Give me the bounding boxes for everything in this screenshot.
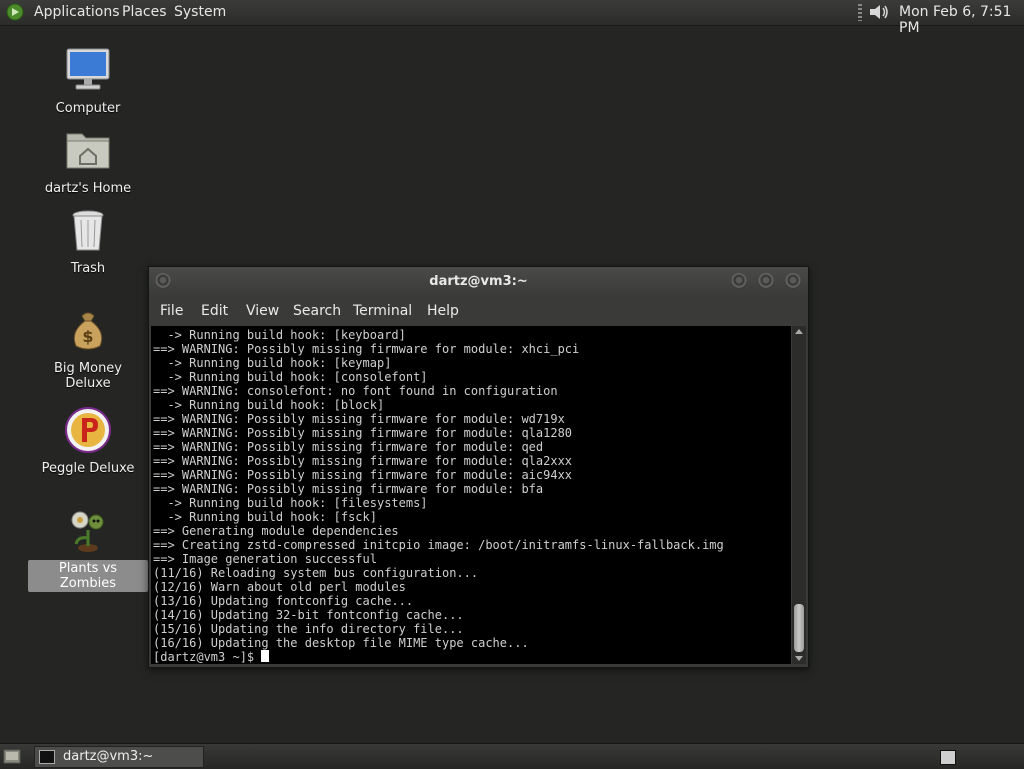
terminal-line: (16/16) Updating the desktop file MIME t… <box>153 636 529 650</box>
workspace-switcher[interactable] <box>940 750 956 765</box>
menu-applications[interactable]: Applications <box>34 4 120 20</box>
minimize-icon[interactable] <box>731 273 747 289</box>
svg-text:$: $ <box>82 327 93 346</box>
terminal-line: ==> WARNING: Possibly missing firmware f… <box>153 482 544 496</box>
terminal-line: (13/16) Updating fontconfig cache... <box>153 594 414 608</box>
terminal-line: ==> WARNING: Possibly missing firmware f… <box>153 412 565 426</box>
menu-terminal[interactable]: Terminal <box>353 303 412 319</box>
terminal-menubar: File Edit View Search Terminal Help <box>149 297 808 325</box>
computer-icon <box>66 48 110 90</box>
terminal-text: -> Running build hook: [keyboard] ==> WA… <box>151 326 791 664</box>
desktop-icon-trash[interactable]: Trash <box>28 206 148 277</box>
home-folder-icon <box>66 133 110 169</box>
close-icon[interactable] <box>785 273 801 289</box>
terminal-scrollbar[interactable] <box>792 326 806 664</box>
terminal-prompt: [dartz@vm3 ~]$ <box>153 650 262 664</box>
terminal-line: (12/16) Warn about old perl modules <box>153 580 406 594</box>
menu-system[interactable]: System <box>174 4 226 20</box>
terminal-cursor <box>261 650 270 662</box>
terminal-line: ==> WARNING: Possibly missing firmware f… <box>153 426 573 440</box>
desktop-icon-label: Computer <box>55 101 121 116</box>
terminal-line: ==> Image generation successful <box>153 552 377 566</box>
plant-icon <box>71 511 104 552</box>
desktop-icon-plants-vs-zombies[interactable]: Plants vs Zombies <box>28 506 148 592</box>
desktop-icon-label: Plants vs Zombies <box>28 560 148 592</box>
terminal-line: -> Running build hook: [keymap] <box>153 356 392 370</box>
volume-icon[interactable] <box>867 2 891 22</box>
distro-logo-icon[interactable] <box>5 3 25 21</box>
desktop-icon-peggle[interactable]: Peggle Deluxe <box>28 406 148 477</box>
desktop-icon-label: Big Money Deluxe <box>53 361 122 391</box>
terminal-output[interactable]: -> Running build hook: [keyboard] ==> WA… <box>151 326 791 664</box>
window-title: dartz@vm3:~ <box>429 274 528 289</box>
terminal-line: (11/16) Reloading system bus configurati… <box>153 566 479 580</box>
panel-separator <box>858 4 862 21</box>
terminal-line: (15/16) Updating the info directory file… <box>153 622 464 636</box>
desktop-icon-computer[interactable]: Computer <box>28 46 148 117</box>
show-desktop-icon[interactable] <box>3 749 21 764</box>
terminal-line: ==> WARNING: consolefont: no font found … <box>153 384 558 398</box>
terminal-line: ==> Generating module dependencies <box>153 524 399 538</box>
scroll-up-arrow-icon[interactable] <box>795 329 803 334</box>
bottom-panel: dartz@vm3:~ <box>0 743 1024 769</box>
terminal-line: ==> WARNING: Possibly missing firmware f… <box>153 454 573 468</box>
menu-help[interactable]: Help <box>427 303 459 319</box>
terminal-line: -> Running build hook: [fsck] <box>153 510 377 524</box>
taskbar-item-label: dartz@vm3:~ <box>63 749 154 764</box>
terminal-line: ==> Creating zstd-compressed initcpio im… <box>153 538 724 552</box>
menu-view[interactable]: View <box>246 303 279 319</box>
menu-file[interactable]: File <box>160 303 183 319</box>
desktop-icon-label: Trash <box>70 261 106 276</box>
taskbar-item-terminal[interactable]: dartz@vm3:~ <box>34 746 204 768</box>
scrollbar-thumb[interactable] <box>794 604 804 652</box>
window-titlebar[interactable]: dartz@vm3:~ <box>149 267 808 297</box>
maximize-icon[interactable] <box>758 273 774 289</box>
terminal-line: ==> WARNING: Possibly missing firmware f… <box>153 342 580 356</box>
terminal-window[interactable]: dartz@vm3:~ File Edit View Search Termin… <box>148 266 809 668</box>
terminal-line: -> Running build hook: [consolefont] <box>153 370 428 384</box>
clock[interactable]: Mon Feb 6, 7:51 PM <box>899 4 1024 36</box>
terminal-line: -> Running build hook: [filesystems] <box>153 496 428 510</box>
terminal-line: ==> WARNING: Possibly missing firmware f… <box>153 440 544 454</box>
desktop-icon-label: dartz's Home <box>44 181 132 196</box>
terminal-line: ==> WARNING: Possibly missing firmware f… <box>153 468 573 482</box>
top-panel: Applications Places System Mon Feb 6, 7:… <box>0 0 1024 36</box>
terminal-icon <box>39 750 55 764</box>
menu-places[interactable]: Places <box>122 4 167 20</box>
money-bag-icon: $ <box>73 312 103 350</box>
menu-search[interactable]: Search <box>293 303 341 319</box>
menu-edit[interactable]: Edit <box>201 303 228 319</box>
desktop-icon-big-money[interactable]: $ Big Money Deluxe <box>28 306 148 392</box>
terminal-line: (14/16) Updating 32-bit fontconfig cache… <box>153 608 464 622</box>
trash-icon <box>72 210 104 251</box>
scroll-down-arrow-icon[interactable] <box>795 656 803 661</box>
terminal-line: -> Running build hook: [keyboard] <box>153 328 406 342</box>
peggle-icon <box>65 407 111 453</box>
desktop-icon-home[interactable]: dartz's Home <box>28 126 148 197</box>
terminal-line: -> Running build hook: [block] <box>153 398 385 412</box>
desktop-icon-label: Peggle Deluxe <box>41 461 135 476</box>
